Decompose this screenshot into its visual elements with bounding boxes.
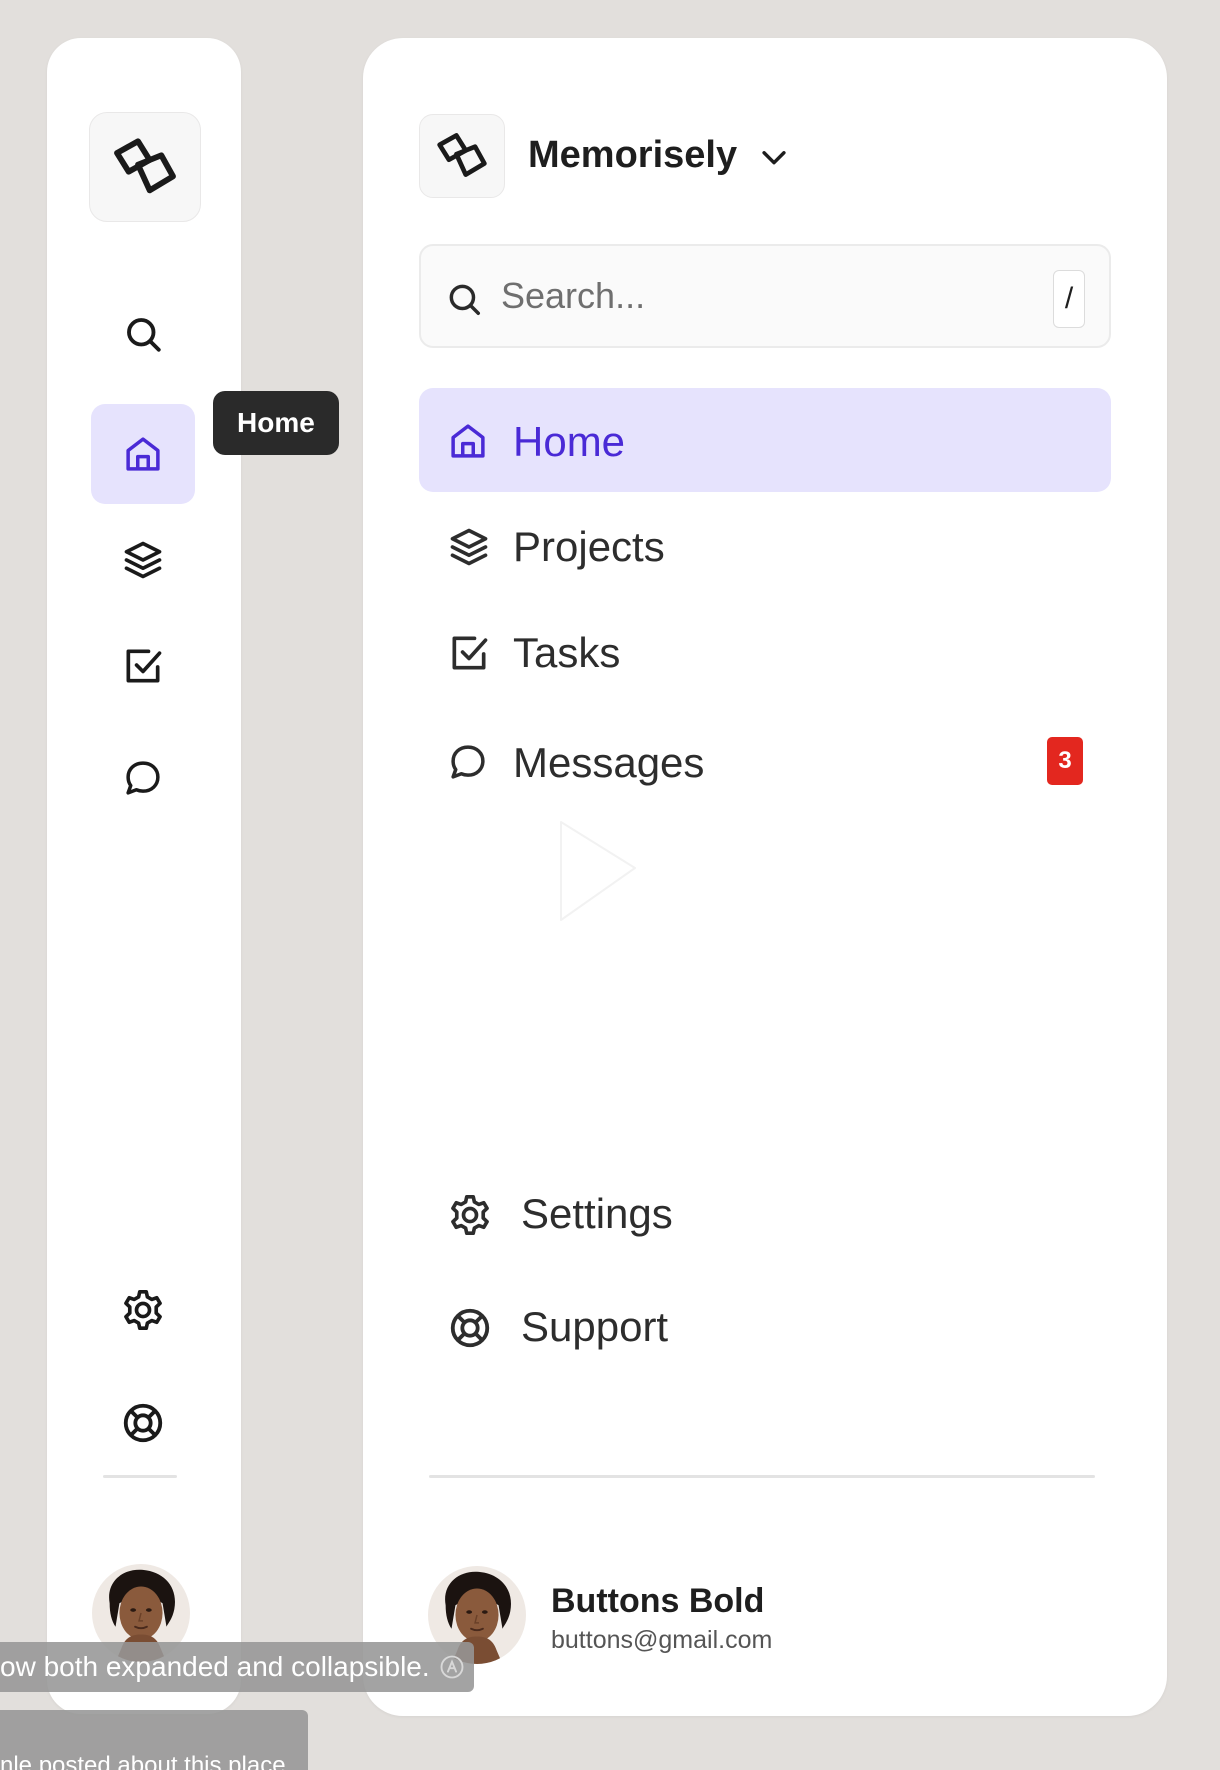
video-caption-secondary: nle posted about this place [0, 1710, 308, 1770]
nav-item-home[interactable]: Home [419, 388, 1111, 492]
rail-logo[interactable] [89, 112, 201, 222]
home-icon [122, 433, 164, 475]
lifebuoy-icon [120, 1400, 166, 1446]
chevron-down-icon[interactable] [757, 140, 791, 174]
rail-projects-button[interactable] [91, 510, 195, 610]
nav-item-label: Support [521, 1303, 669, 1350]
message-icon [447, 741, 489, 783]
check-square-icon [447, 631, 491, 675]
layers-icon [121, 538, 165, 582]
gear-icon [447, 1192, 493, 1238]
expanded-sidebar: Memorisely / Home Projects Tasks Message… [363, 38, 1167, 1716]
search-icon [122, 313, 164, 355]
search-shortcut-key: / [1053, 270, 1085, 328]
brand-logo[interactable] [419, 114, 505, 198]
gear-icon [120, 1287, 166, 1333]
layers-icon [447, 525, 491, 569]
home-icon [447, 420, 489, 462]
rail-support-button[interactable] [91, 1373, 195, 1473]
nav-item-tasks[interactable]: Tasks [419, 599, 1111, 703]
nav-item-label: Settings [521, 1190, 673, 1237]
caption-text: nle posted about this place [0, 1752, 286, 1770]
caption-text: ow both expanded and collapsible. [0, 1651, 430, 1682]
nav-item-projects[interactable]: Projects [419, 493, 1111, 597]
video-caption: ow both expanded and collapsible. [0, 1642, 474, 1692]
nav-item-label: Messages [513, 739, 705, 786]
rail-divider [103, 1475, 177, 1478]
rail-tasks-button[interactable] [91, 616, 195, 716]
workspace-name[interactable]: Memorisely [528, 134, 737, 177]
nav-item-settings[interactable]: Settings [419, 1160, 1111, 1264]
user-name: Buttons Bold [551, 1582, 765, 1620]
nav-item-messages[interactable]: Messages 3 [419, 709, 1111, 813]
message-icon [122, 757, 164, 799]
rail-home-button[interactable] [91, 404, 195, 504]
search-input[interactable] [501, 268, 1021, 324]
play-icon [560, 821, 636, 921]
lifebuoy-icon [447, 1305, 493, 1351]
nav-item-label: Tasks [513, 629, 621, 676]
search-icon [445, 280, 483, 318]
collapsed-sidebar [47, 38, 241, 1714]
search-box[interactable]: / [419, 244, 1111, 348]
translate-icon[interactable] [438, 1653, 466, 1681]
rail-search-button[interactable] [91, 284, 195, 384]
nav-item-support[interactable]: Support [419, 1273, 1111, 1377]
cubes-logo-icon [110, 132, 180, 202]
rail-messages-button[interactable] [91, 728, 195, 828]
nav-item-label: Home [513, 418, 626, 465]
user-email: buttons@gmail.com [551, 1626, 773, 1654]
rail-settings-button[interactable] [91, 1260, 195, 1360]
unread-count-badge: 3 [1047, 737, 1083, 785]
home-tooltip: Home [213, 391, 339, 455]
nav-item-label: Projects [513, 523, 665, 570]
panel-divider [429, 1475, 1095, 1478]
check-square-icon [121, 644, 165, 688]
cubes-logo-icon [434, 128, 490, 184]
